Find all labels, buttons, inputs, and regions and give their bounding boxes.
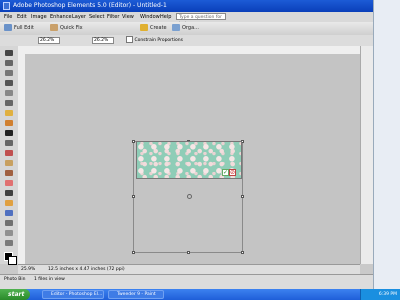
palette-bin[interactable]: [373, 0, 400, 289]
transform-handle-b[interactable]: [187, 251, 190, 254]
create-button[interactable]: Create: [140, 24, 167, 33]
move-tool-icon[interactable]: [5, 50, 13, 56]
sponge-tool-icon[interactable]: [5, 240, 13, 246]
quick-fix-button[interactable]: Quick Fix: [50, 24, 83, 33]
photo-bin-files: 1 files in view: [34, 277, 65, 282]
clock: 6:39 PM: [378, 292, 397, 297]
menu-image[interactable]: Image: [31, 12, 47, 22]
width-field[interactable]: 26.2%: [38, 37, 60, 44]
full-edit-icon: [4, 24, 12, 31]
brush-tool-icon[interactable]: [5, 190, 13, 196]
shortcuts-bar: Full Edit Quick Fix Create Orga...: [0, 22, 373, 36]
task-photoshop[interactable]: Editor - Photoshop El...: [42, 290, 104, 299]
window-title: Adobe Photoshop Elements 5.0 (Editor) - …: [13, 2, 167, 9]
transform-handle-bl[interactable]: [132, 251, 135, 254]
help-search-input[interactable]: Type a question for help: [176, 13, 226, 27]
clone-stamp-tool-icon[interactable]: [5, 170, 13, 176]
organize-icon: [172, 24, 180, 31]
eyedropper-tool-icon[interactable]: [5, 80, 13, 86]
task-paint[interactable]: Tweeder 9 - Paint: [108, 290, 164, 299]
photo-bin: Photo Bin 1 files in view: [0, 274, 373, 290]
system-tray: 6:39 PM: [360, 289, 400, 300]
menu-enhance[interactable]: Enhance: [50, 12, 72, 22]
transform-handle-l[interactable]: [132, 195, 135, 198]
title-bar: Adobe Photoshop Elements 5.0 (Editor) - …: [0, 0, 373, 12]
constrain-checkbox[interactable]: [126, 36, 133, 43]
transform-handle-tl[interactable]: [132, 140, 135, 143]
red-eye-tool-icon[interactable]: [5, 150, 13, 156]
cancel-transform-icon[interactable]: ⊘: [229, 169, 236, 176]
transform-handle-r[interactable]: [241, 195, 244, 198]
lasso-tool-icon[interactable]: [5, 100, 13, 106]
transform-center-point: [187, 194, 192, 199]
blur-tool-icon[interactable]: [5, 230, 13, 236]
eraser-tool-icon[interactable]: [5, 180, 13, 186]
background-color-swatch[interactable]: [8, 256, 17, 265]
vertical-scrollbar[interactable]: [360, 46, 374, 264]
organize-button[interactable]: Orga...: [172, 24, 199, 33]
quick-fix-icon: [50, 24, 58, 31]
transform-handle-br[interactable]: [241, 251, 244, 254]
shape-tool-icon[interactable]: [5, 220, 13, 226]
app-icon: [3, 2, 10, 10]
marquee-tool-icon[interactable]: [5, 90, 13, 96]
type-tool-icon[interactable]: [5, 130, 13, 136]
zoom-tool-icon[interactable]: [5, 60, 13, 66]
menu-filter[interactable]: Filter: [107, 12, 119, 22]
create-icon: [140, 24, 148, 31]
photo-bin-label[interactable]: Photo Bin: [4, 277, 25, 282]
toolbox: [0, 46, 19, 265]
selection-brush-tool-icon[interactable]: [5, 120, 13, 126]
menu-view[interactable]: View: [122, 12, 134, 22]
menu-edit[interactable]: Edit: [17, 12, 27, 22]
height-field[interactable]: 26.2%: [92, 37, 114, 44]
magic-wand-tool-icon[interactable]: [5, 110, 13, 116]
constrain-checkbox-label[interactable]: Constrain Proportions: [126, 35, 183, 46]
menu-select[interactable]: Select: [89, 12, 104, 22]
hand-tool-icon[interactable]: [5, 70, 13, 76]
full-edit-button[interactable]: Full Edit: [4, 24, 34, 33]
menu-help[interactable]: Help: [160, 12, 171, 22]
paint-bucket-tool-icon[interactable]: [5, 200, 13, 206]
gradient-tool-icon[interactable]: [5, 210, 13, 216]
healing-brush-tool-icon[interactable]: [5, 160, 13, 166]
commit-transform-icon[interactable]: ✓: [222, 169, 229, 176]
start-button[interactable]: start: [0, 289, 30, 300]
menu-file[interactable]: File: [4, 12, 12, 22]
menu-window[interactable]: Window: [140, 12, 160, 22]
crop-tool-icon[interactable]: [5, 140, 13, 146]
menu-layer[interactable]: Layer: [72, 12, 86, 22]
